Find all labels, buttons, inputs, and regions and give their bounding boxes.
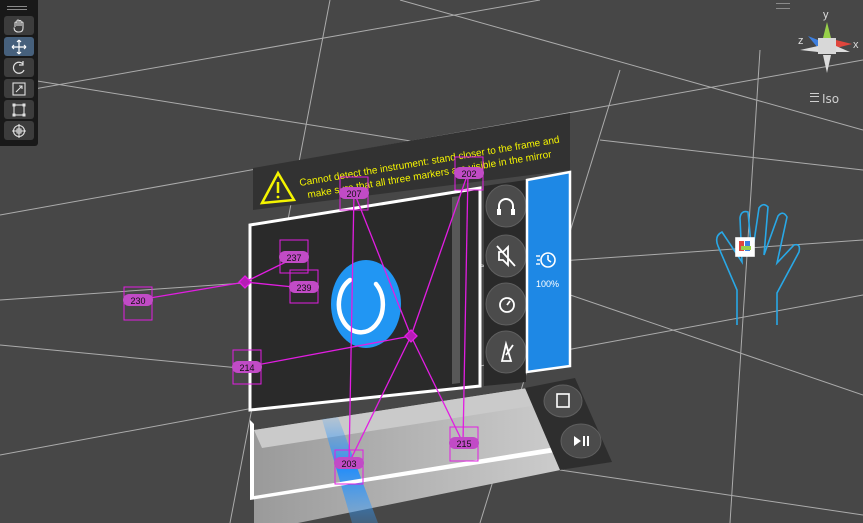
svg-text:230: 230 bbox=[130, 296, 145, 306]
headphones-icon-button[interactable] bbox=[485, 184, 527, 228]
move-arrows-icon bbox=[11, 39, 27, 54]
transform-gizmo-icon bbox=[12, 123, 26, 138]
loading-spinner bbox=[331, 260, 401, 348]
volume-percent: 100% bbox=[536, 279, 559, 289]
rotate-icon bbox=[12, 60, 25, 74]
svg-text:203: 203 bbox=[341, 459, 356, 469]
gizmo-axis-x: x bbox=[853, 39, 859, 51]
svg-text:237: 237 bbox=[286, 253, 301, 263]
tool-palette bbox=[0, 0, 38, 146]
marker-230: 230 bbox=[123, 286, 153, 321]
transform-tool-button[interactable] bbox=[4, 121, 34, 140]
volume-bar[interactable]: 100% bbox=[525, 170, 572, 374]
gizmo-axis-y: y bbox=[823, 9, 829, 21]
scene-view[interactable]: Cannot detect the instrument: stand clos… bbox=[0, 0, 863, 523]
scale-tool-button[interactable] bbox=[4, 79, 34, 98]
timer-icon-button[interactable] bbox=[485, 282, 527, 326]
hand-model[interactable] bbox=[715, 203, 801, 325]
view-mode-icon bbox=[810, 93, 819, 102]
svg-text:239: 239 bbox=[296, 283, 311, 293]
rect-tool-button[interactable] bbox=[4, 100, 34, 119]
gizmo-menu-icon[interactable] bbox=[776, 3, 790, 9]
book-icon-button[interactable] bbox=[543, 384, 583, 418]
vertical-slider-track bbox=[452, 196, 460, 384]
side-icon-column bbox=[484, 180, 527, 386]
rect-transform-icon bbox=[12, 103, 26, 116]
svg-text:215: 215 bbox=[456, 439, 471, 449]
palette-grip-icon[interactable] bbox=[7, 6, 27, 10]
view-mode-toggle[interactable]: Iso bbox=[810, 92, 839, 106]
orientation-gizmo[interactable]: y x z bbox=[798, 9, 859, 73]
move-tool-button[interactable] bbox=[4, 37, 34, 56]
metronome-icon-button[interactable] bbox=[485, 330, 527, 374]
rotate-tool-button[interactable] bbox=[4, 58, 34, 77]
gizmo-axis-z: z bbox=[798, 35, 804, 47]
svg-text:202: 202 bbox=[461, 169, 476, 179]
scale-icon bbox=[12, 81, 26, 96]
hand-icon bbox=[13, 18, 24, 33]
view-mode-label: Iso bbox=[822, 92, 840, 106]
hand-tool-button[interactable] bbox=[4, 16, 34, 35]
svg-text:214: 214 bbox=[239, 363, 254, 373]
svg-text:207: 207 bbox=[346, 189, 361, 199]
